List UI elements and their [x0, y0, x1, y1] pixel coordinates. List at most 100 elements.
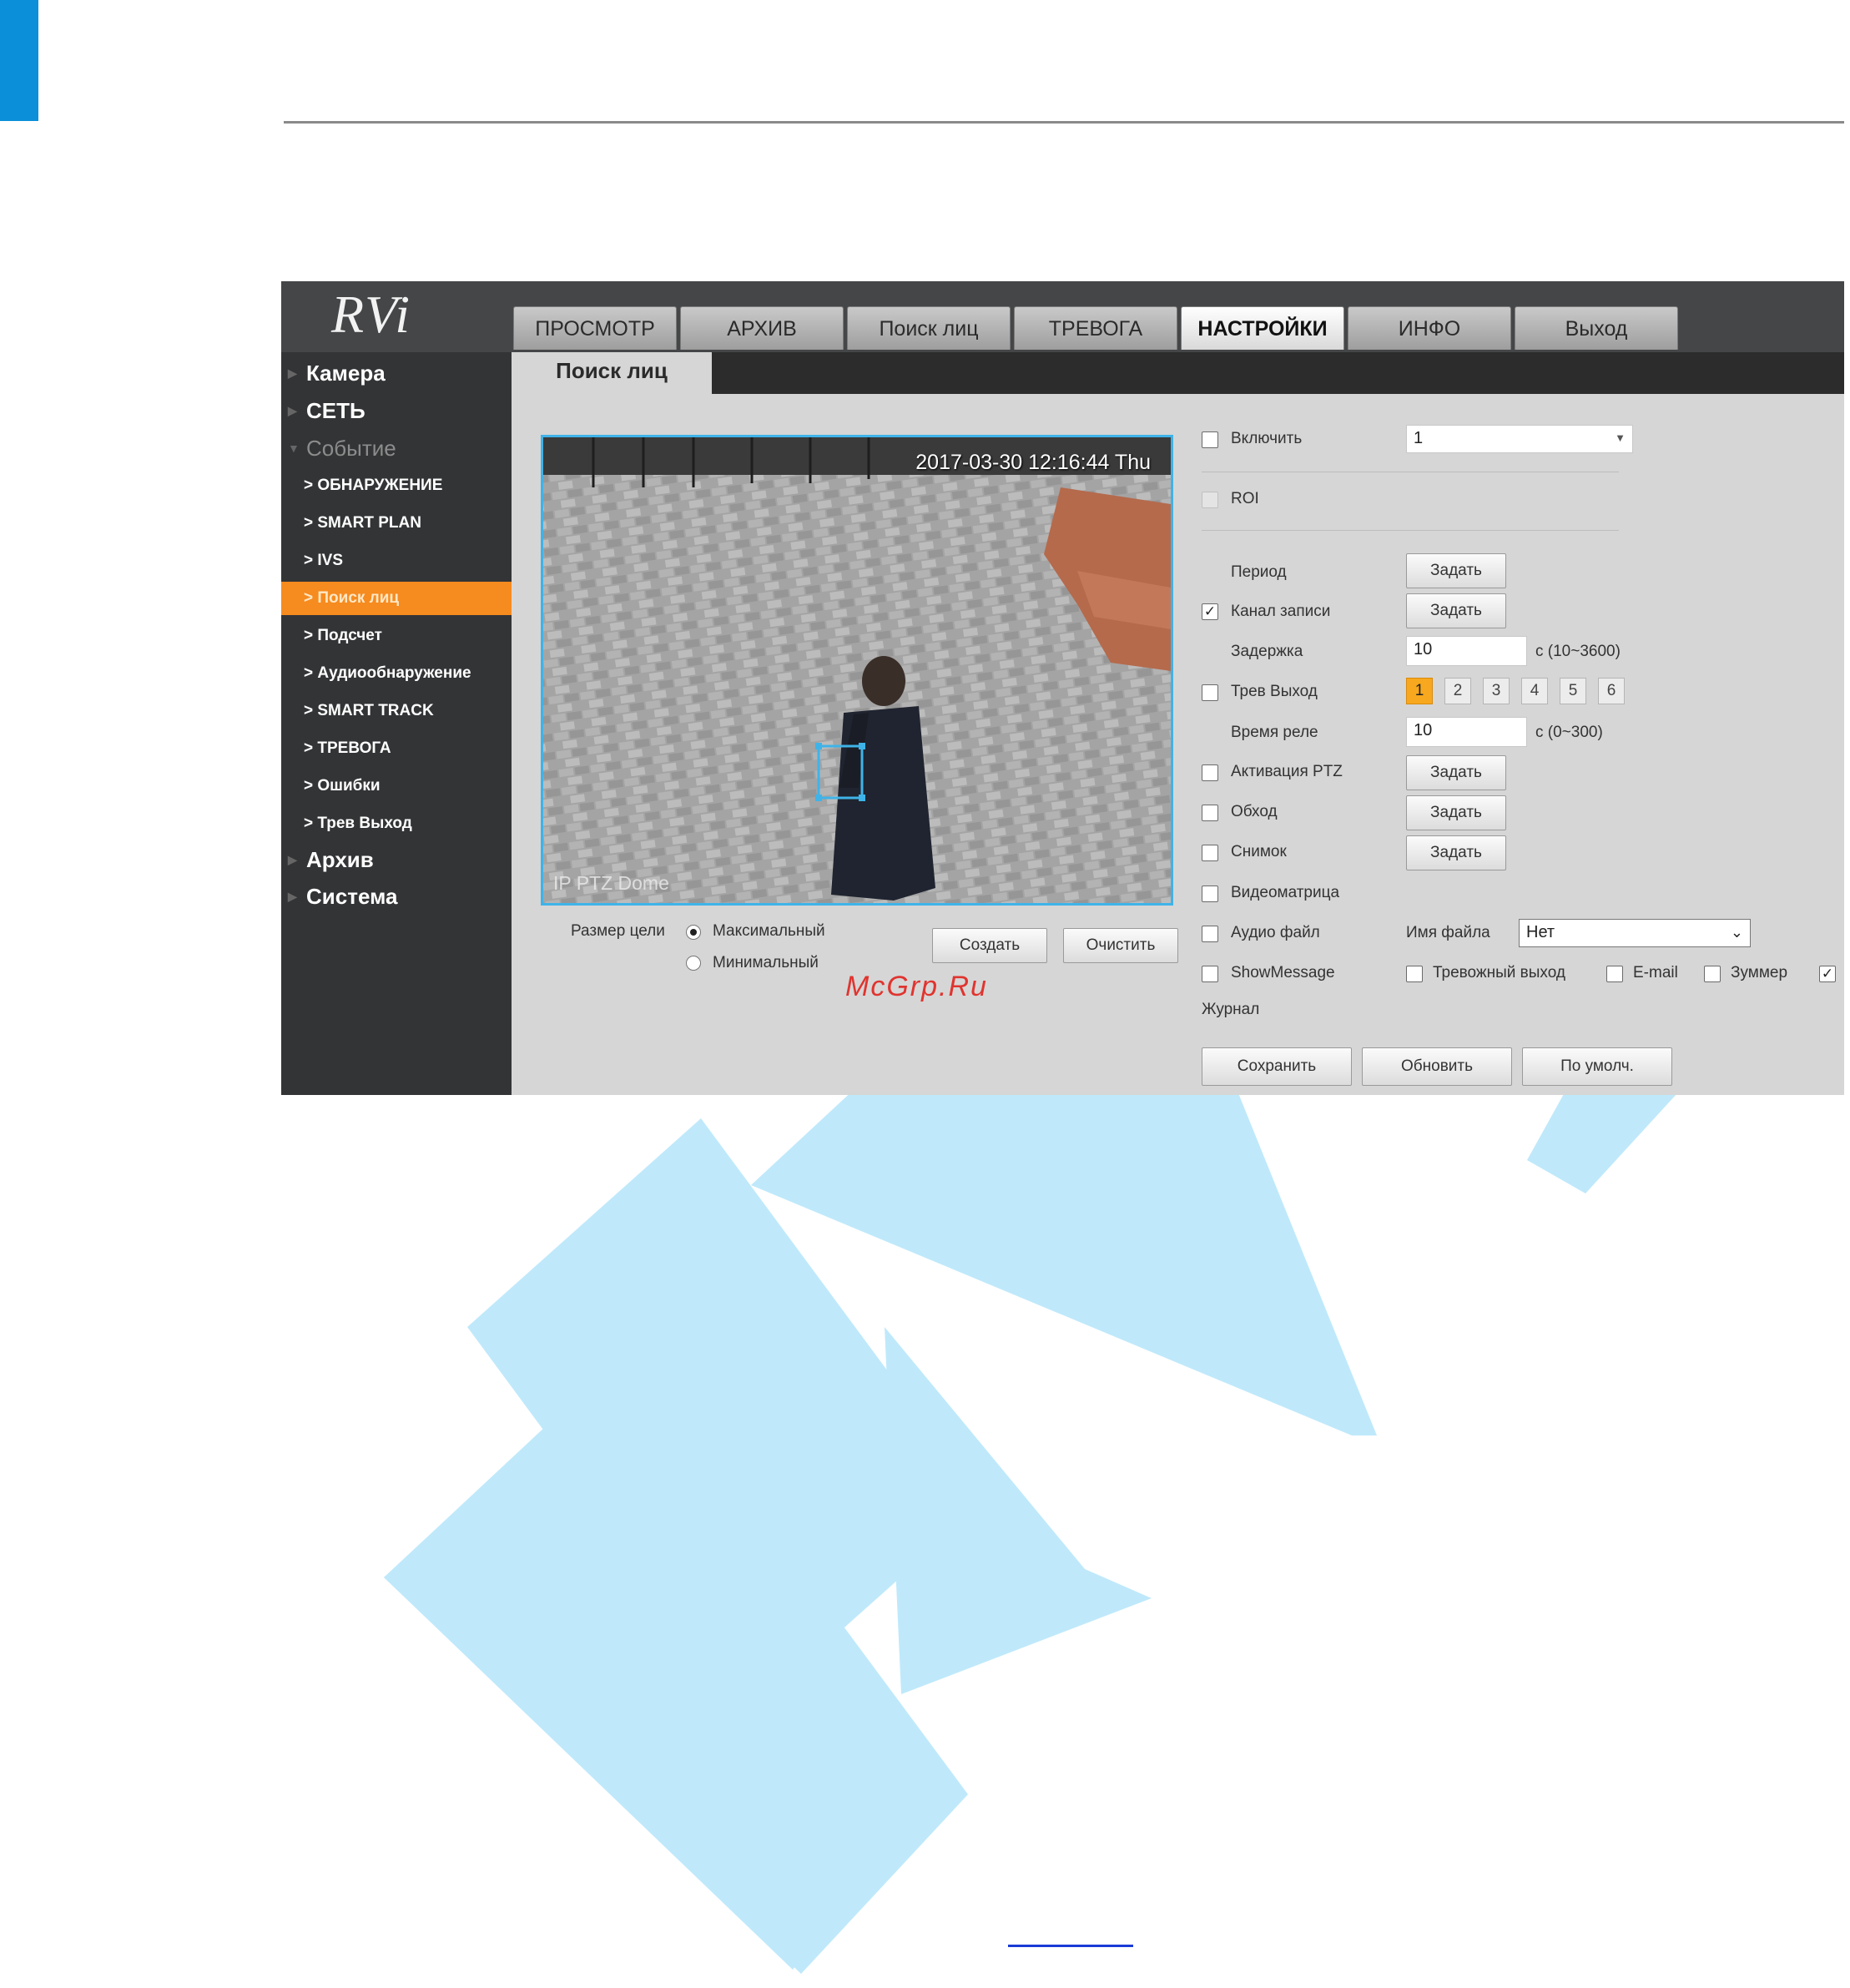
sidebar-item-label: ТРЕВОГА [317, 739, 391, 757]
channel-select[interactable]: 1 ▼ [1406, 425, 1633, 453]
sidebar-item-label: Трев Выход [317, 815, 412, 832]
relay-time-label: Время реле [1231, 724, 1318, 741]
checkmark-icon: ✓ [1821, 966, 1834, 981]
target-size-min-label: Минимальный [713, 954, 819, 971]
top-navigation-bar: RVi ПРОСМОТР АРХИВ Поиск лиц ТРЕВОГА НАС… [281, 281, 1844, 352]
tab-settings[interactable]: НАСТРОЙКИ [1181, 306, 1344, 350]
target-size-min-radio[interactable] [686, 956, 701, 971]
relay-time-input[interactable]: 10 [1406, 717, 1527, 747]
header-rule [284, 121, 1844, 124]
sidebar-item-label: СЕТЬ [306, 398, 365, 423]
tab-info[interactable]: ИНФО [1348, 306, 1511, 350]
roi-checkbox[interactable] [1202, 492, 1218, 508]
subtab-face-search[interactable]: Поиск лиц [512, 352, 712, 394]
camera-frame-image [543, 437, 1171, 903]
enable-checkbox[interactable] [1202, 431, 1218, 448]
record-channel-checkbox[interactable]: ✓ [1202, 603, 1218, 620]
record-channel-label: Канал записи [1231, 603, 1331, 620]
tab-logout[interactable]: Выход [1515, 306, 1678, 350]
show-message-label: ShowMessage [1231, 964, 1335, 981]
alarm-output-4[interactable]: 4 [1521, 678, 1548, 704]
sidebar-item-camera[interactable]: ▶ Камера [281, 356, 512, 390]
audio-file-label: Аудио файл [1231, 924, 1320, 941]
sidebar-item-detection[interactable]: > ОБНАРУЖЕНИЕ [281, 469, 512, 502]
refresh-button[interactable]: Обновить [1362, 1047, 1512, 1086]
snapshot-checkbox[interactable] [1202, 845, 1218, 861]
ptz-set-button[interactable]: Задать [1406, 755, 1506, 790]
sidebar-item-ivs[interactable]: > IVS [281, 544, 512, 578]
video-matrix-checkbox[interactable] [1202, 886, 1218, 902]
chevron-down-icon: ⌄ [1730, 924, 1743, 941]
snapshot-label: Снимок [1231, 843, 1287, 860]
target-size-label: Размер цели [571, 922, 665, 940]
sidebar-item-label: SMART TRACK [317, 702, 434, 719]
sidebar-item-archive[interactable]: ▶ Архив [281, 843, 512, 876]
period-set-button[interactable]: Задать [1406, 553, 1506, 588]
sidebar-item-smart-track[interactable]: > SMART TRACK [281, 694, 512, 728]
video-preview[interactable]: 2017-03-30 12:16:44 Thu IP PTZ Dome [541, 435, 1173, 906]
alarm-output-3[interactable]: 3 [1483, 678, 1510, 704]
alarm-out-label: Трев Выход [1231, 683, 1318, 700]
sidebar-item-label: Система [306, 884, 398, 909]
sidebar-item-alarm[interactable]: > ТРЕВОГА [281, 732, 512, 765]
sidebar-item-label: Камера [306, 361, 386, 386]
tab-alarm[interactable]: ТРЕВОГА [1014, 306, 1177, 350]
record-channel-set-button[interactable]: Задать [1406, 593, 1506, 628]
alarm-output-6[interactable]: 6 [1598, 678, 1625, 704]
ptz-checkbox[interactable] [1202, 764, 1218, 781]
delay-input[interactable]: 10 [1406, 636, 1527, 666]
alarm-output-selector: 1 2 3 4 5 6 [1406, 678, 1640, 706]
triangle-down-icon: ▼ [288, 441, 300, 455]
sidebar-item-alarm-output[interactable]: > Трев Выход [281, 807, 512, 840]
buzzer-checkbox[interactable] [1704, 966, 1721, 982]
file-name-select[interactable]: Нет ⌄ [1519, 919, 1751, 947]
sidebar-item-counting[interactable]: > Подсчет [281, 619, 512, 653]
enable-label: Включить [1231, 430, 1303, 447]
sidebar-item-smart-plan[interactable]: > SMART PLAN [281, 507, 512, 540]
sidebar-item-network[interactable]: ▶ СЕТЬ [281, 394, 512, 427]
sidebar-item-label: Поиск лиц [317, 589, 400, 607]
sidebar-item-audio-detection[interactable]: > Аудиообнаружение [281, 657, 512, 690]
sidebar-item-event[interactable]: ▼ Событие [281, 431, 512, 465]
save-button[interactable]: Сохранить [1202, 1047, 1352, 1086]
snapshot-set-button[interactable]: Задать [1406, 835, 1506, 870]
tab-archive[interactable]: АРХИВ [680, 306, 844, 350]
sidebar-item-label: ОБНАРУЖЕНИЕ [317, 477, 443, 494]
default-button[interactable]: По умолч. [1522, 1047, 1672, 1086]
sidebar-item-face-search[interactable]: > Поиск лиц [281, 582, 512, 615]
tour-checkbox[interactable] [1202, 805, 1218, 821]
triangle-right-icon: ▶ [288, 366, 297, 380]
audio-file-checkbox[interactable] [1202, 926, 1218, 942]
buzzer-label: Зуммер [1731, 964, 1788, 981]
triangle-right-icon: ▶ [288, 853, 297, 866]
sidebar-item-label: Подсчет [317, 627, 382, 644]
email-checkbox[interactable] [1606, 966, 1623, 982]
log-checkbox[interactable]: ✓ [1819, 966, 1836, 982]
clear-button[interactable]: Очистить [1063, 928, 1178, 963]
relay-time-range: с (0~300) [1535, 724, 1603, 741]
tab-preview[interactable]: ПРОСМОТР [513, 306, 677, 350]
sidebar-item-system[interactable]: ▶ Система [281, 880, 512, 913]
show-message-checkbox[interactable] [1202, 966, 1218, 982]
file-name-select-value: Нет [1526, 923, 1555, 941]
sidebar-item-label: SMART PLAN [317, 514, 421, 532]
alarm-out-checkbox[interactable] [1202, 684, 1218, 701]
tab-face-search[interactable]: Поиск лиц [847, 306, 1011, 350]
tour-label: Обход [1231, 803, 1278, 820]
sidebar-item-label: Ошибки [317, 777, 381, 795]
target-size-max-label: Максимальный [713, 922, 825, 940]
target-size-max-radio[interactable] [686, 925, 701, 940]
tour-set-button[interactable]: Задать [1406, 795, 1506, 830]
corner-accent-bar [0, 0, 38, 121]
checkmark-icon: ✓ [1203, 603, 1217, 619]
alarm-output-1[interactable]: 1 [1406, 678, 1433, 704]
create-button[interactable]: Создать [932, 928, 1047, 963]
divider [1202, 530, 1619, 531]
alarm-output-5[interactable]: 5 [1560, 678, 1586, 704]
alarm-upload-checkbox[interactable] [1406, 966, 1423, 982]
site-watermark-text: McGrp.Ru [845, 971, 988, 1002]
sidebar-item-errors[interactable]: > Ошибки [281, 769, 512, 803]
log-label: Журнал [1202, 1001, 1260, 1018]
footer-link-underline[interactable] [1008, 1945, 1133, 1947]
alarm-output-2[interactable]: 2 [1444, 678, 1471, 704]
